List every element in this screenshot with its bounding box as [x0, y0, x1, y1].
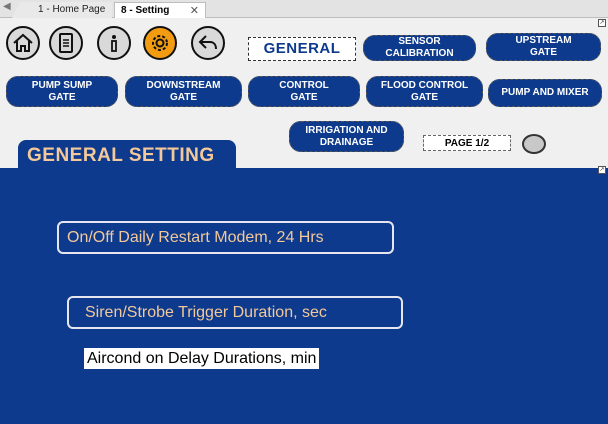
tab-home-page-label: 1 - Home Page: [38, 4, 106, 15]
siren-duration-field[interactable]: Siren/Strobe Trigger Duration, sec: [67, 296, 403, 329]
info-button[interactable]: [97, 26, 131, 60]
sensor-calibration-label: SENSOR CALIBRATION: [385, 36, 454, 59]
irrigation-and-drainage-label: IRRIGATION AND DRAINAGE: [305, 124, 388, 148]
status-indicator-icon[interactable]: [522, 134, 546, 154]
restart-modem-field[interactable]: On/Off Daily Restart Modem, 24 Hrs: [57, 221, 394, 254]
restart-modem-label: On/Off Daily Restart Modem, 24 Hrs: [67, 228, 324, 246]
downstream-gate-button[interactable]: DOWNSTREAM GATE: [125, 76, 242, 107]
pump-and-mixer-button[interactable]: PUMP AND MIXER: [488, 79, 602, 107]
aircond-delay-label: Aircond on Delay Durations, min: [84, 348, 320, 369]
control-gate-button[interactable]: CONTROL GATE: [248, 76, 360, 107]
current-section-label: GENERAL: [248, 37, 356, 61]
flood-control-gate-button[interactable]: FLOOD CONTROL GATE: [366, 76, 483, 107]
siren-duration-label: Siren/Strobe Trigger Duration, sec: [85, 303, 327, 321]
upstream-gate-button[interactable]: UPSTREAM GATE: [486, 33, 601, 61]
info-icon: [111, 35, 117, 52]
tab-bar: ◀ 1 - Home Page 8 - Setting ✕: [0, 0, 608, 18]
back-icon: [198, 35, 217, 50]
resize-handle-icon[interactable]: ↗: [598, 19, 606, 27]
pump-and-mixer-label: PUMP AND MIXER: [501, 87, 589, 98]
tab-close-icon[interactable]: ✕: [190, 3, 199, 19]
home-button[interactable]: [6, 26, 40, 60]
panel-resize-icon[interactable]: ↗: [598, 166, 606, 174]
settings-button[interactable]: [143, 26, 177, 60]
pump-sump-gate-label: PUMP SUMP GATE: [31, 79, 93, 103]
tab-setting-label: 8 - Setting: [121, 5, 170, 16]
tab-setting[interactable]: 8 - Setting ✕: [114, 2, 206, 18]
pump-sump-gate-button[interactable]: PUMP SUMP GATE: [6, 76, 118, 107]
upstream-gate-label: UPSTREAM GATE: [515, 35, 572, 58]
tab-scroll-left-icon[interactable]: ◀: [3, 1, 11, 12]
home-icon: [13, 33, 33, 52]
gear-icon: [152, 35, 168, 51]
downstream-gate-label: DOWNSTREAM GATE: [146, 79, 221, 103]
page-indicator: PAGE 1/2: [423, 135, 511, 151]
document-icon: [59, 33, 73, 53]
control-gate-label: CONTROL GATE: [279, 79, 329, 103]
flood-control-gate-label: FLOOD CONTROL GATE: [380, 79, 469, 103]
tab-home-page[interactable]: 1 - Home Page: [12, 2, 112, 18]
page-title: GENERAL SETTING: [18, 140, 236, 168]
back-button[interactable]: [191, 26, 225, 60]
document-button[interactable]: [49, 26, 83, 60]
sensor-calibration-button[interactable]: SENSOR CALIBRATION: [363, 35, 476, 61]
irrigation-and-drainage-button[interactable]: IRRIGATION AND DRAINAGE: [289, 121, 404, 152]
settings-panel: ↗ On/Off Daily Restart Modem, 24 Hrs Sir…: [0, 166, 608, 424]
